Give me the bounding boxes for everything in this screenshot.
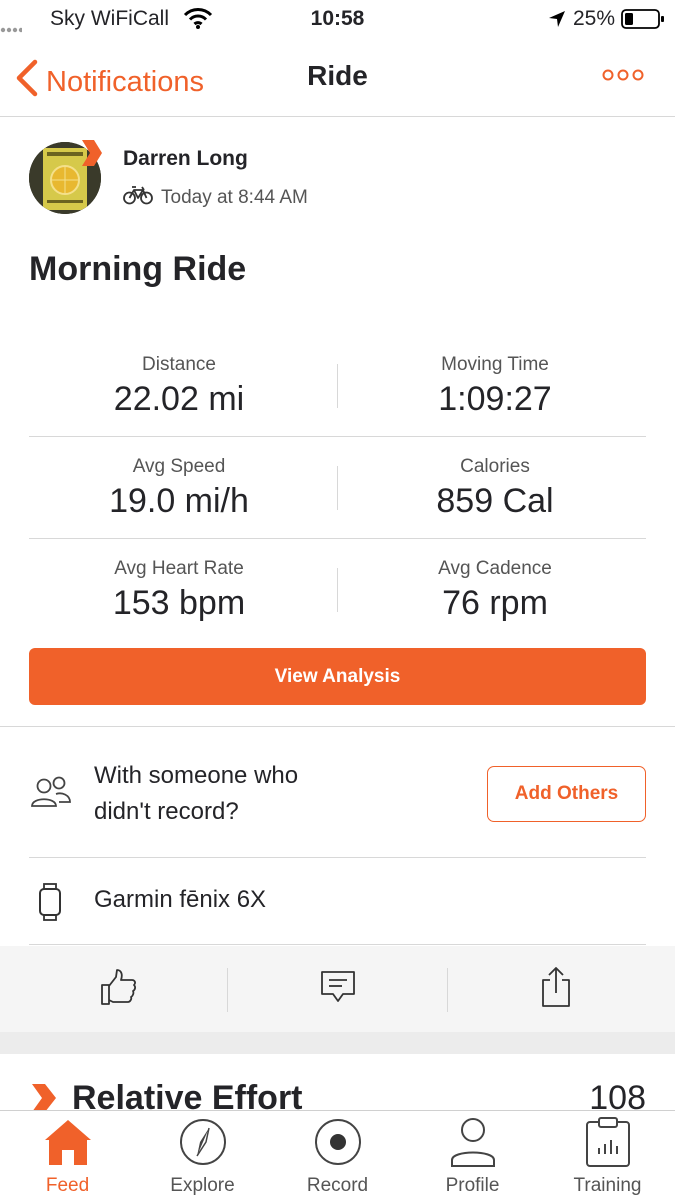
tab-record[interactable]: Record	[270, 1111, 405, 1201]
page-title: Ride	[307, 60, 368, 91]
divider	[29, 538, 646, 539]
ellipsis-icon	[602, 68, 644, 85]
prompt-line: With someone who	[94, 762, 299, 789]
tab-label: Feed	[45, 1175, 90, 1196]
watch-icon	[38, 883, 62, 926]
training-icon	[540, 1111, 675, 1173]
athlete-name[interactable]: Darren Long	[123, 147, 248, 171]
tab-label: Record	[306, 1175, 369, 1196]
tab-bar: Feed Explore Record Profile Training	[0, 1110, 675, 1201]
stat-value: 76 rpm	[442, 584, 548, 622]
home-icon	[0, 1111, 135, 1173]
status-bar: Sky WiFiCall 10:58 25%	[0, 0, 675, 40]
navigation-bar: Notifications Ride	[0, 40, 675, 117]
group-icon	[29, 775, 73, 814]
kudos-button[interactable]	[80, 958, 155, 1020]
battery-percent: 25%	[573, 7, 616, 30]
stat-moving-time: Moving Time 1:09:27	[345, 354, 645, 419]
stat-label: Moving Time	[441, 354, 549, 375]
add-others-button[interactable]: Add Others	[487, 766, 646, 822]
tab-training[interactable]: Training	[540, 1111, 675, 1201]
section-gap	[0, 1032, 675, 1054]
stat-label: Avg Cadence	[438, 558, 552, 579]
comment-button[interactable]	[300, 958, 375, 1020]
tab-feed[interactable]: Feed	[0, 1111, 135, 1201]
divider	[29, 857, 646, 858]
tab-explore[interactable]: Explore	[135, 1111, 270, 1201]
subscriber-badge-icon	[80, 139, 104, 172]
device-name: Garmin fēnix 6X	[94, 886, 267, 913]
activity-title: Morning Ride	[29, 250, 247, 288]
bike-icon	[123, 185, 153, 211]
profile-icon	[405, 1111, 540, 1173]
divider	[337, 364, 338, 408]
prompt-line: didn't record?	[94, 798, 239, 825]
timestamp-text: Today at 8:44 AM	[161, 187, 308, 208]
stat-label: Avg Speed	[132, 456, 226, 477]
tab-label: Explore	[170, 1175, 235, 1196]
location-arrow-icon	[548, 10, 566, 34]
share-button[interactable]	[518, 958, 593, 1020]
view-analysis-button[interactable]: View Analysis	[29, 648, 646, 705]
stat-avg-cadence: Avg Cadence 76 rpm	[345, 558, 645, 623]
divider	[29, 944, 646, 945]
tab-label: Training	[573, 1175, 642, 1196]
divider	[0, 726, 675, 727]
tab-label: Profile	[445, 1175, 500, 1196]
stat-value: 859 Cal	[436, 482, 554, 520]
record-icon	[270, 1111, 405, 1173]
thumbs-up-icon	[98, 967, 138, 1012]
share-icon	[540, 966, 572, 1013]
stat-label: Distance	[142, 354, 216, 375]
stat-calories: Calories 859 Cal	[345, 456, 645, 521]
compass-icon	[135, 1111, 270, 1173]
battery-icon	[621, 8, 665, 36]
stat-value: 153 bpm	[112, 584, 246, 622]
more-button[interactable]	[602, 68, 644, 86]
divider	[337, 568, 338, 612]
tab-profile[interactable]: Profile	[405, 1111, 540, 1201]
social-actions-bar	[0, 946, 675, 1032]
stat-label: Avg Heart Rate	[114, 558, 244, 579]
stat-label: Calories	[460, 456, 530, 477]
divider	[337, 466, 338, 510]
activity-timestamp: Today at 8:44 AM	[123, 185, 308, 211]
stat-avg-heart-rate: Avg Heart Rate 153 bpm	[29, 558, 329, 623]
stat-value: 1:09:27	[438, 380, 552, 418]
stat-value: 22.02 mi	[113, 380, 245, 418]
divider	[447, 968, 448, 1012]
divider	[29, 436, 646, 437]
comment-icon	[320, 970, 356, 1009]
stat-avg-speed: Avg Speed 19.0 mi/h	[29, 456, 329, 521]
with-others-prompt: With someone who didn't record?	[94, 758, 298, 830]
stat-value: 19.0 mi/h	[109, 482, 249, 520]
divider	[227, 968, 228, 1012]
stat-distance: Distance 22.02 mi	[29, 354, 329, 419]
